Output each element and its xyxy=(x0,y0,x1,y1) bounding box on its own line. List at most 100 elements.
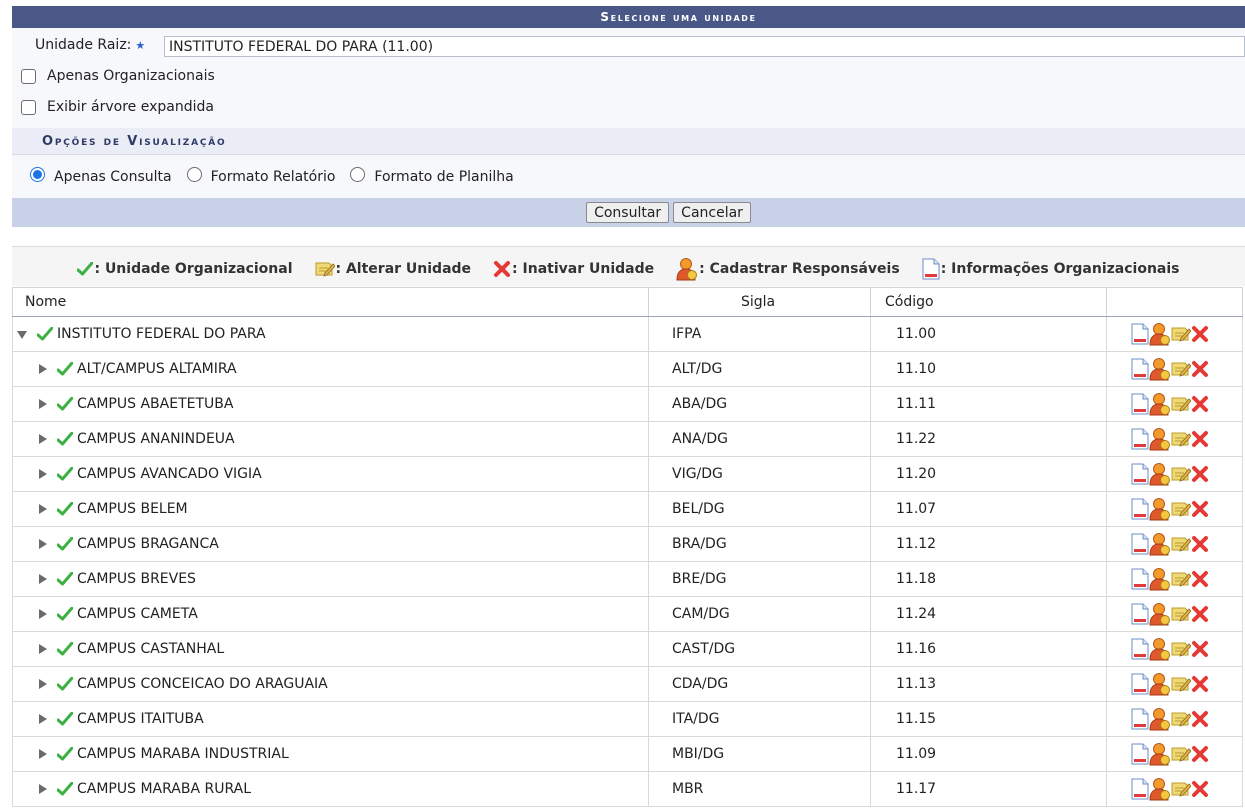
delete-x-icon[interactable] xyxy=(1191,500,1209,518)
delete-x-icon[interactable] xyxy=(1191,640,1209,658)
radio-apenas-consulta[interactable]: Apenas Consulta xyxy=(30,167,172,185)
expand-triangle-icon[interactable] xyxy=(39,714,47,724)
edit-note-icon[interactable] xyxy=(1171,570,1191,588)
collapse-triangle-icon[interactable] xyxy=(17,331,27,339)
edit-note-icon[interactable] xyxy=(1171,360,1191,378)
apenas-organizacionais-checkbox[interactable] xyxy=(21,68,36,84)
opcoes-visualizacao-title: Opções de Visualização xyxy=(42,133,227,149)
document-icon[interactable] xyxy=(1131,603,1149,625)
expand-triangle-icon[interactable] xyxy=(39,469,47,479)
expand-triangle-icon[interactable] xyxy=(39,399,47,409)
exibir-arvore-row[interactable]: Exibir árvore expandida xyxy=(21,99,214,115)
document-icon[interactable] xyxy=(1131,358,1149,380)
document-icon[interactable] xyxy=(1131,778,1149,800)
document-icon[interactable] xyxy=(1131,708,1149,730)
document-icon[interactable] xyxy=(1131,743,1149,765)
expand-triangle-icon[interactable] xyxy=(39,574,47,584)
document-icon[interactable] xyxy=(1131,638,1149,660)
exibir-arvore-label[interactable]: Exibir árvore expandida xyxy=(47,99,214,115)
expand-triangle-icon[interactable] xyxy=(39,504,47,514)
expand-triangle-icon[interactable] xyxy=(39,539,47,549)
expand-triangle-icon[interactable] xyxy=(39,749,47,759)
edit-note-icon[interactable] xyxy=(1171,395,1191,413)
user-add-icon[interactable] xyxy=(1149,637,1171,661)
delete-x-icon[interactable] xyxy=(1191,710,1209,728)
table-row: CAMPUS CASTANHAL CAST/DG 11.16 xyxy=(12,631,1243,667)
expand-triangle-icon[interactable] xyxy=(39,644,47,654)
document-icon[interactable] xyxy=(1131,428,1149,450)
user-add-icon[interactable] xyxy=(1149,672,1171,696)
edit-note-icon[interactable] xyxy=(1171,745,1191,763)
radio-formato-relatorio[interactable]: Formato Relatório xyxy=(186,167,336,185)
edit-note-icon[interactable] xyxy=(1171,675,1191,693)
table-row: CAMPUS MARABA INDUSTRIAL MBI/DG 11.09 xyxy=(12,736,1243,772)
user-add-icon[interactable] xyxy=(1149,777,1171,801)
delete-x-icon[interactable] xyxy=(1191,395,1209,413)
edit-note-icon[interactable] xyxy=(1171,710,1191,728)
edit-note-icon[interactable] xyxy=(1171,535,1191,553)
edit-note-icon[interactable] xyxy=(1171,640,1191,658)
cancelar-button[interactable]: Cancelar xyxy=(673,202,751,223)
edit-note-icon[interactable] xyxy=(1171,500,1191,518)
user-add-icon[interactable] xyxy=(1149,602,1171,626)
user-add-icon[interactable] xyxy=(1149,497,1171,521)
exibir-arvore-checkbox[interactable] xyxy=(21,99,36,115)
required-star-icon: ★ xyxy=(135,38,146,52)
delete-x-icon[interactable] xyxy=(1191,745,1209,763)
document-icon[interactable] xyxy=(1131,463,1149,485)
radio-formato-planilha-label[interactable]: Formato de Planilha xyxy=(374,169,513,185)
delete-x-icon[interactable] xyxy=(1191,675,1209,693)
radio-formato-relatorio-label[interactable]: Formato Relatório xyxy=(211,169,336,185)
user-add-icon[interactable] xyxy=(1149,462,1171,486)
expand-triangle-icon[interactable] xyxy=(39,434,47,444)
apenas-organizacionais-row[interactable]: Apenas Organizacionais xyxy=(21,68,215,84)
delete-x-icon[interactable] xyxy=(1191,465,1209,483)
delete-x-icon[interactable] xyxy=(1191,605,1209,623)
user-add-icon[interactable] xyxy=(1149,357,1171,381)
edit-note-icon[interactable] xyxy=(1171,465,1191,483)
radio-formato-planilha-button[interactable] xyxy=(350,167,366,182)
edit-note-icon[interactable] xyxy=(1171,605,1191,623)
user-add-icon[interactable] xyxy=(1149,532,1171,556)
radio-formato-planilha[interactable]: Formato de Planilha xyxy=(350,167,514,185)
action-button-bar: Consultar Cancelar xyxy=(12,198,1245,227)
user-add-icon[interactable] xyxy=(1149,392,1171,416)
radio-formato-relatorio-button[interactable] xyxy=(186,167,202,182)
expand-triangle-icon[interactable] xyxy=(39,679,47,689)
document-icon[interactable] xyxy=(1131,393,1149,415)
delete-x-icon[interactable] xyxy=(1191,535,1209,553)
cell-acoes xyxy=(1106,771,1243,807)
user-add-icon[interactable] xyxy=(1149,567,1171,591)
cell-nome: CAMPUS ITAITUBA xyxy=(12,701,649,737)
edit-note-icon[interactable] xyxy=(1171,325,1191,343)
radio-apenas-consulta-button[interactable] xyxy=(30,167,45,182)
user-add-icon[interactable] xyxy=(1149,707,1171,731)
legend-informacoes-organizacionais: : Informações Organizacionais xyxy=(922,258,1180,280)
delete-x-icon[interactable] xyxy=(1191,570,1209,588)
document-icon[interactable] xyxy=(1131,533,1149,555)
user-add-icon[interactable] xyxy=(1149,322,1171,346)
delete-x-icon[interactable] xyxy=(1191,360,1209,378)
user-add-icon[interactable] xyxy=(1149,742,1171,766)
expand-triangle-icon[interactable] xyxy=(39,609,47,619)
unidade-raiz-input[interactable] xyxy=(164,36,1245,57)
user-add-icon[interactable] xyxy=(1149,427,1171,451)
legend-cadastrar-responsaveis: : Cadastrar Responsáveis xyxy=(676,257,900,281)
apenas-organizacionais-label[interactable]: Apenas Organizacionais xyxy=(47,68,215,84)
cell-codigo: 11.10 xyxy=(870,351,1107,387)
document-icon[interactable] xyxy=(1131,568,1149,590)
consultar-button[interactable]: Consultar xyxy=(586,202,670,223)
cell-sigla: MBI/DG xyxy=(648,736,871,772)
edit-note-icon[interactable] xyxy=(1171,780,1191,798)
document-icon[interactable] xyxy=(1131,673,1149,695)
radio-apenas-consulta-label[interactable]: Apenas Consulta xyxy=(54,169,172,185)
document-icon[interactable] xyxy=(1131,498,1149,520)
delete-x-icon[interactable] xyxy=(1191,780,1209,798)
delete-x-icon[interactable] xyxy=(1191,325,1209,343)
expand-triangle-icon[interactable] xyxy=(39,364,47,374)
expand-triangle-icon[interactable] xyxy=(39,784,47,794)
edit-note-icon[interactable] xyxy=(1171,430,1191,448)
unit-name: CAMPUS BELEM xyxy=(77,501,188,517)
delete-x-icon[interactable] xyxy=(1191,430,1209,448)
document-icon[interactable] xyxy=(1131,323,1149,345)
